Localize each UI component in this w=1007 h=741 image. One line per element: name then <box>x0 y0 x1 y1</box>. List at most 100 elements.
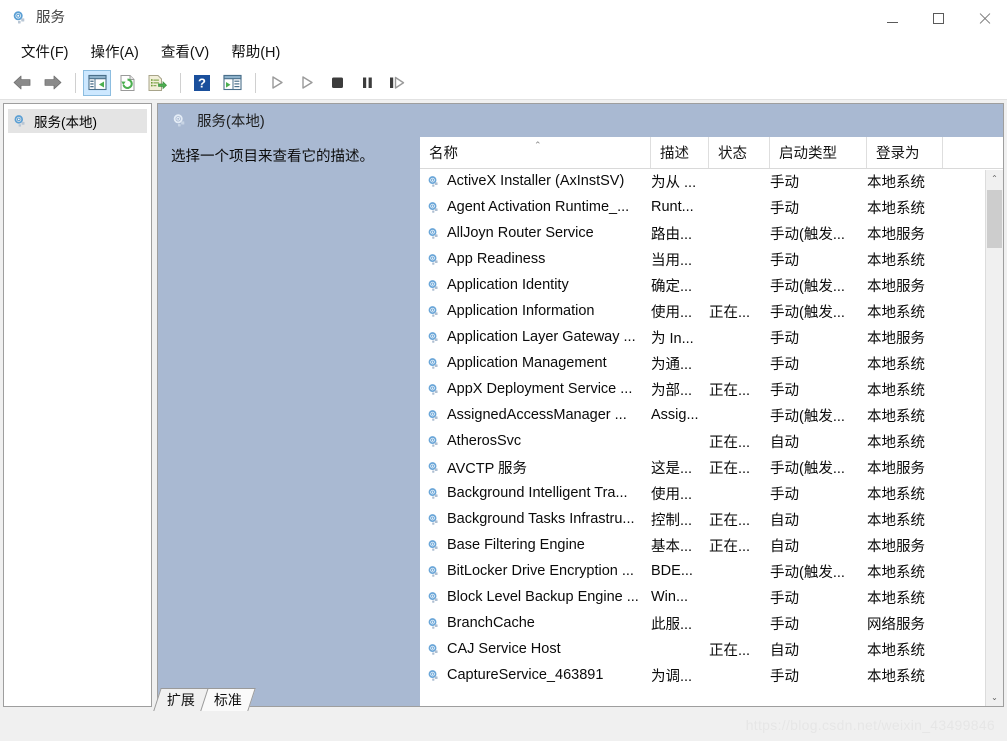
cell-description: 此服... <box>651 616 693 633</box>
service-name-text: AllJoyn Router Service <box>447 225 594 241</box>
cell-service-name: AssignedAccessManager ... <box>426 402 648 428</box>
table-row[interactable]: AVCTP 服务 这是... 正在... 手动(触发... 本地服务 <box>420 454 1003 480</box>
cell-startup-type: 手动(触发... <box>770 278 845 295</box>
table-row[interactable]: AtherosSvc 正在... 自动 本地系统 <box>420 428 1003 454</box>
cell-service-name: AppX Deployment Service ... <box>426 376 648 402</box>
column-header-log-on-as[interactable]: 登录为 <box>867 137 943 168</box>
menu-file[interactable]: 文件(F) <box>12 38 78 65</box>
cell-status: 正在... <box>709 512 751 529</box>
cell-description: 确定... <box>651 278 693 295</box>
cell-description: BDE... <box>651 563 693 579</box>
cell-service-name: Agent Activation Runtime_... <box>426 194 648 220</box>
table-row[interactable]: AllJoyn Router Service 路由... 手动(触发... 本地服务 <box>420 220 1003 246</box>
cell-startup-type: 手动 <box>770 668 799 685</box>
service-name-text: Application Information <box>447 303 595 319</box>
cell-log-on-as: 本地系统 <box>867 200 925 217</box>
services-list-scrollbar[interactable]: ⌃ ⌄ <box>985 170 1003 706</box>
service-name-text: BitLocker Drive Encryption ... <box>447 563 634 579</box>
service-description-placeholder: 选择一个项目来查看它的描述。 <box>171 149 374 165</box>
table-row[interactable]: Agent Activation Runtime_... Runt... 手动 本地系… <box>420 194 1003 220</box>
tree-node-services-local[interactable]: 服务(本地) <box>8 109 147 133</box>
table-row[interactable]: BranchCache 此服... 手动 网络服务 <box>420 610 1003 636</box>
toolbar: ? <box>0 66 1007 100</box>
cell-service-name: ActiveX Installer (AxInstSV) <box>426 168 648 194</box>
cell-status <box>709 194 769 220</box>
service-gear-icon <box>426 563 441 579</box>
minimize-button[interactable] <box>869 0 915 37</box>
cell-description: 这是... <box>651 460 693 477</box>
service-name-text: CaptureService_463891 <box>447 667 604 683</box>
close-button[interactable] <box>961 0 1007 37</box>
table-row[interactable]: Background Tasks Infrastru... 控制... 正在... 自… <box>420 506 1003 532</box>
column-header-startup-type[interactable]: 启动类型 <box>770 137 867 168</box>
cell-startup-type: 自动 <box>770 538 799 555</box>
cell-log-on-as: 本地服务 <box>867 538 925 555</box>
column-header-description[interactable]: 描述 <box>651 137 709 168</box>
cell-status: 正在... <box>709 460 751 477</box>
table-row[interactable]: Application Information 使用... 正在... 手动(触发..… <box>420 298 1003 324</box>
start-service-button[interactable] <box>263 70 291 96</box>
cell-service-name: Application Layer Gateway ... <box>426 324 648 350</box>
console-tree-pane: 服务(本地) <box>3 103 152 707</box>
pause-service-button[interactable] <box>353 70 381 96</box>
back-button[interactable] <box>8 70 36 96</box>
properties-button[interactable] <box>218 70 246 96</box>
cell-description: 为通... <box>651 356 693 373</box>
scroll-down-arrow-icon[interactable]: ⌄ <box>986 689 1003 706</box>
cell-startup-type: 手动 <box>770 382 799 399</box>
cell-log-on-as: 网络服务 <box>867 616 925 633</box>
cell-service-name: Application Information <box>426 298 648 324</box>
table-row[interactable]: CaptureService_463891 为调... 手动 本地系统 <box>420 662 1003 688</box>
cell-log-on-as: 本地服务 <box>867 330 925 347</box>
service-name-text: Application Layer Gateway ... <box>447 329 636 345</box>
table-row[interactable]: Base Filtering Engine 基本... 正在... 自动 本地服务 <box>420 532 1003 558</box>
service-gear-icon <box>426 381 441 397</box>
cell-startup-type: 手动 <box>770 330 799 347</box>
service-gear-icon <box>426 433 441 449</box>
table-row[interactable]: Application Layer Gateway ... 为 In... 手动 本地… <box>420 324 1003 350</box>
cell-startup-type: 手动 <box>770 486 799 503</box>
export-list-button[interactable] <box>143 70 171 96</box>
table-row[interactable]: AppX Deployment Service ... 为部... 正在... 手动 本… <box>420 376 1003 402</box>
forward-button[interactable] <box>38 70 66 96</box>
toolbar-separator-1 <box>75 72 76 93</box>
stop-service-button[interactable] <box>323 70 351 96</box>
cell-status: 正在... <box>709 538 751 555</box>
services-list-rows: ActiveX Installer (AxInstSV) 为从 ... 手动 本地系统… <box>420 168 1003 706</box>
menu-view[interactable]: 查看(V) <box>152 38 218 65</box>
table-row[interactable]: ActiveX Installer (AxInstSV) 为从 ... 手动 本地系统 <box>420 168 1003 194</box>
help-button[interactable]: ? <box>188 70 216 96</box>
resume-service-button[interactable] <box>293 70 321 96</box>
cell-status: 正在... <box>709 434 751 451</box>
cell-status <box>709 402 769 428</box>
restart-service-button[interactable] <box>383 70 411 96</box>
cell-log-on-as: 本地系统 <box>867 304 925 321</box>
table-row[interactable]: AssignedAccessManager ... Assig... 手动(触发..… <box>420 402 1003 428</box>
table-row[interactable]: Application Identity 确定... 手动(触发... 本地服务 <box>420 272 1003 298</box>
table-row[interactable]: Block Level Backup Engine ... Win... 手动 本地系… <box>420 584 1003 610</box>
show-hide-console-tree-button[interactable] <box>83 69 111 96</box>
menu-action[interactable]: 操作(A) <box>82 38 148 65</box>
table-row[interactable]: App Readiness 当用... 手动 本地系统 <box>420 246 1003 272</box>
title-bar-left: 服务 <box>11 9 65 27</box>
column-header-name[interactable]: 名称 ⌃ <box>420 137 651 168</box>
table-row[interactable]: Background Intelligent Tra... 使用... 手动 本地系统 <box>420 480 1003 506</box>
column-header-status[interactable]: 状态 <box>709 137 770 168</box>
tab-standard[interactable]: 标准 <box>200 688 256 711</box>
table-row[interactable]: CAJ Service Host 正在... 自动 本地系统 <box>420 636 1003 662</box>
cell-status <box>709 246 769 272</box>
menu-help[interactable]: 帮助(H) <box>222 38 289 65</box>
table-row[interactable]: Application Management 为通... 手动 本地系统 <box>420 350 1003 376</box>
title-bar: 服务 <box>0 0 1007 38</box>
service-gear-icon <box>426 407 441 423</box>
table-row[interactable]: BitLocker Drive Encryption ... BDE... 手动(触… <box>420 558 1003 584</box>
cell-description: Runt... <box>651 199 694 215</box>
service-gear-icon <box>426 329 441 345</box>
maximize-button[interactable] <box>915 0 961 37</box>
cell-service-name: Background Tasks Infrastru... <box>426 506 648 532</box>
cell-service-name: Block Level Backup Engine ... <box>426 584 648 610</box>
scrollbar-thumb[interactable] <box>987 190 1002 248</box>
refresh-button[interactable] <box>113 70 141 96</box>
scroll-up-arrow-icon[interactable]: ⌃ <box>986 170 1003 187</box>
cell-service-name: CaptureService_463891 <box>426 662 648 688</box>
